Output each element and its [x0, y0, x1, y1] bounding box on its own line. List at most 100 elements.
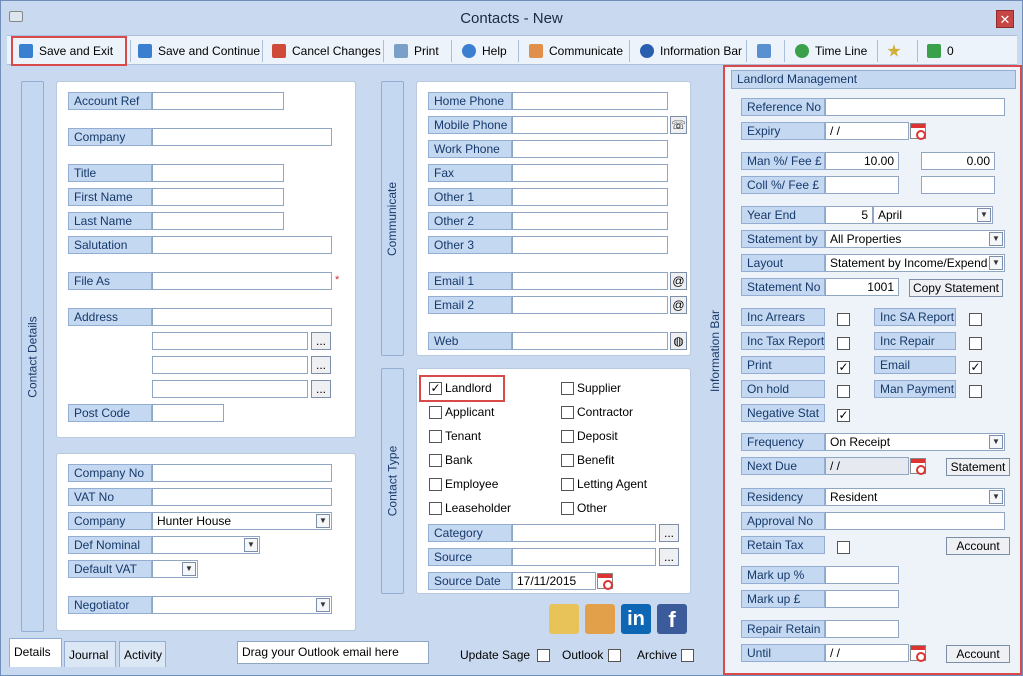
default-vat-select[interactable]: ▼ [152, 560, 198, 578]
address-line-3-browse-button[interactable]: ... [311, 356, 331, 374]
fax-input[interactable] [512, 164, 668, 182]
file-as-input[interactable] [152, 272, 332, 290]
contact-type-checkbox-leaseholder[interactable] [429, 502, 442, 515]
markup-pct-input[interactable] [825, 566, 899, 584]
email2-input[interactable] [512, 296, 668, 314]
contact-type-checkbox-letting-agent[interactable] [561, 478, 574, 491]
tab-journal[interactable]: Journal [64, 641, 116, 667]
company-no-input[interactable] [152, 464, 332, 482]
account-button-2[interactable]: Account [946, 645, 1010, 663]
favourite-button[interactable] [881, 38, 907, 64]
next-due-input[interactable]: / / [825, 457, 909, 475]
account-ref-input[interactable] [152, 92, 284, 110]
information-bar-button[interactable]: Information Bar [634, 38, 748, 64]
address-line-2-browse-button[interactable]: ... [311, 332, 331, 350]
address-line-2[interactable] [152, 332, 308, 350]
company-input[interactable] [152, 128, 332, 146]
email2-send-icon[interactable]: @ [670, 296, 687, 314]
coll-fee-input[interactable] [921, 176, 995, 194]
residency-select[interactable]: Resident ▼ [825, 488, 1005, 506]
account-button[interactable]: Account [946, 537, 1010, 555]
salutation-input[interactable] [152, 236, 332, 254]
tab-details[interactable]: Details [9, 638, 62, 667]
home-phone-input[interactable] [512, 92, 668, 110]
contact-type-checkbox-employee[interactable] [429, 478, 442, 491]
man-pct-input[interactable]: 10.00 [825, 152, 899, 170]
contact-type-checkbox-deposit[interactable] [561, 430, 574, 443]
def-nominal-select[interactable]: ▼ [152, 536, 260, 554]
contact-type-checkbox-contractor[interactable] [561, 406, 574, 419]
source-browse-button[interactable]: ... [659, 548, 679, 566]
inc-repair-checkbox[interactable] [969, 337, 982, 350]
help-button[interactable]: Help [456, 38, 513, 64]
negotiator-select[interactable]: ▼ [152, 596, 332, 614]
next-due-calendar-icon[interactable] [910, 458, 926, 475]
man-payment-checkbox[interactable] [969, 385, 982, 398]
save-and-continue-button[interactable]: Save and Continue [132, 38, 266, 64]
category-browse-button[interactable]: ... [659, 524, 679, 542]
man-fee-input[interactable]: 0.00 [921, 152, 995, 170]
year-end-month-select[interactable]: April ▼ [873, 206, 993, 224]
close-button[interactable]: ✕ [996, 10, 1014, 28]
mobile-phone-icon[interactable]: ☏ [670, 116, 687, 134]
archive-checkbox[interactable] [681, 649, 694, 662]
address-line-4[interactable] [152, 380, 308, 398]
statement-no-input[interactable]: 1001 [825, 278, 899, 296]
web-input[interactable] [512, 332, 668, 350]
until-calendar-icon[interactable] [910, 645, 926, 662]
source-input[interactable] [512, 548, 656, 566]
toolbar-info-button[interactable] [751, 38, 777, 64]
outlook-drop-zone[interactable]: Drag your Outlook email here [237, 641, 429, 664]
title-input[interactable] [152, 164, 284, 182]
repair-retain-input[interactable] [825, 620, 899, 638]
vat-no-input[interactable] [152, 488, 332, 506]
other3-input[interactable] [512, 236, 668, 254]
statement-button[interactable]: Statement [946, 458, 1010, 476]
save-and-exit-button[interactable]: Save and Exit [11, 36, 127, 66]
inc-sa-report-checkbox[interactable] [969, 313, 982, 326]
calendar-icon[interactable] [597, 573, 613, 590]
inc-tax-report-checkbox[interactable] [837, 337, 850, 350]
expiry-calendar-icon[interactable] [910, 123, 926, 140]
post-code-input[interactable] [152, 404, 224, 422]
contact-type-checkbox-bank[interactable] [429, 454, 442, 467]
other1-input[interactable] [512, 188, 668, 206]
pin-map-icon[interactable] [585, 604, 615, 634]
on-hold-checkbox[interactable] [837, 385, 850, 398]
communicate-button[interactable]: Communicate [523, 38, 629, 64]
email1-send-icon[interactable]: @ [670, 272, 687, 290]
address-line-4-browse-button[interactable]: ... [311, 380, 331, 398]
other2-input[interactable] [512, 212, 668, 230]
category-input[interactable] [512, 524, 656, 542]
year-end-day-input[interactable]: 5 [825, 206, 873, 224]
layout-select[interactable]: Statement by Income/Expend ▼ [825, 254, 1005, 272]
contact-type-checkbox-other[interactable] [561, 502, 574, 515]
web-globe-icon[interactable]: ◍ [670, 332, 687, 350]
address-line-1[interactable] [152, 308, 332, 326]
copy-statement-button[interactable]: Copy Statement [909, 279, 1003, 297]
reference-no-input[interactable] [825, 98, 1005, 116]
email-checkbox[interactable]: ✓ [969, 361, 982, 374]
tab-activity[interactable]: Activity [119, 641, 166, 667]
map-icon[interactable] [549, 604, 579, 634]
retain-tax-checkbox[interactable] [837, 541, 850, 554]
address-line-3[interactable] [152, 356, 308, 374]
email1-input[interactable] [512, 272, 668, 290]
approval-no-input[interactable] [825, 512, 1005, 530]
first-name-input[interactable] [152, 188, 284, 206]
print-checkbox[interactable]: ✓ [837, 361, 850, 374]
statement-by-select[interactable]: All Properties ▼ [825, 230, 1005, 248]
print-button[interactable]: Print [388, 38, 445, 64]
source-date-input[interactable]: 17/11/2015 [512, 572, 596, 590]
frequency-select[interactable]: On Receipt ▼ [825, 433, 1005, 451]
mobile-phone-input[interactable] [512, 116, 668, 134]
linkedin-icon[interactable]: in [621, 604, 651, 634]
negative-stat-checkbox[interactable]: ✓ [837, 409, 850, 422]
until-input[interactable]: / / [825, 644, 909, 662]
contact-type-checkbox-benefit[interactable] [561, 454, 574, 467]
contact-type-checkbox-tenant[interactable] [429, 430, 442, 443]
update-sage-checkbox[interactable] [537, 649, 550, 662]
time-line-button[interactable]: Time Line [789, 38, 873, 64]
contact-type-checkbox-supplier[interactable] [561, 382, 574, 395]
outlook-checkbox[interactable] [608, 649, 621, 662]
